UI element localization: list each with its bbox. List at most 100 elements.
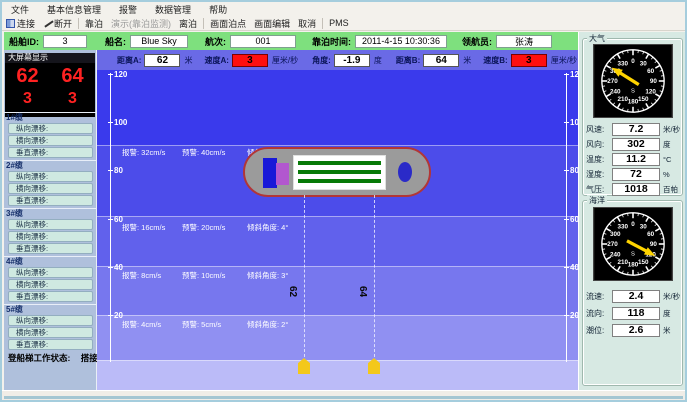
right-panel: 大气 0306090120150180210240270300330S 风速: …: [578, 32, 687, 390]
svg-text:S: S: [631, 89, 635, 95]
connect-button[interactable]: 连接: [2, 17, 39, 30]
svg-text:30: 30: [640, 61, 648, 68]
warning-threshold: 预警: 5cm/s: [182, 319, 221, 330]
svg-text:30: 30: [640, 224, 648, 231]
pms-button[interactable]: PMS: [325, 17, 353, 30]
cable-section-title: 3#缆: [4, 208, 97, 218]
berth-time-field[interactable]: 2011-4-15 10:30:36: [355, 35, 447, 48]
ocean-title: 海洋: [587, 195, 607, 206]
speed-a-field[interactable]: 3: [232, 54, 268, 67]
distance-a-label: 距离A:: [117, 55, 141, 66]
tide-level-value: 2.6: [612, 324, 660, 337]
svg-text:S: S: [631, 252, 635, 258]
distance-b-label: 距离B:: [396, 55, 420, 66]
current-speed-label: 流速:: [586, 291, 612, 302]
voyage-label: 航次:: [205, 35, 226, 48]
ladder-status-value: 搭接: [81, 353, 98, 363]
wind-speed-value: 7.2: [612, 123, 660, 136]
cable-section-title: 5#缆: [4, 304, 97, 314]
longitudinal-drift-row: 纵向漂移:: [8, 219, 93, 230]
menu-bar: 文件 基本信息管理 报警 数据管理 帮助: [2, 2, 685, 16]
status-bar-line: [4, 396, 683, 399]
pressure-row: 气压: 1018 百帕: [586, 182, 681, 196]
svg-text:150: 150: [638, 259, 649, 266]
unberth-button[interactable]: 离泊: [175, 17, 201, 30]
gridline: [97, 216, 578, 217]
humidity-unit: %: [663, 170, 670, 179]
svg-text:240: 240: [610, 251, 621, 258]
display-distance-a: 62: [16, 65, 38, 88]
y-tick-left: 60: [110, 215, 123, 224]
warning-threshold: 预警: 10cm/s: [182, 270, 225, 281]
wind-direction-label: 风向:: [586, 139, 612, 150]
gridline: [97, 360, 578, 361]
menu-item-help[interactable]: 帮助: [200, 3, 236, 16]
pressure-label: 气压:: [586, 184, 612, 195]
svg-text:300: 300: [610, 231, 621, 238]
lateral-drift-row: 横向漂移:: [8, 279, 93, 290]
current-direction-label: 流向:: [586, 308, 612, 319]
ocean-groupbox: 海洋 0306090120150180210240270300330S 流速: …: [582, 200, 683, 386]
ship-bow-ellipse: [398, 162, 412, 182]
cable-section-title: 1#缆: [4, 112, 97, 122]
humidity-row: 湿度: 72 %: [586, 167, 681, 181]
longitudinal-drift-row: 纵向漂移:: [8, 267, 93, 278]
wind-speed-label: 风速:: [586, 124, 612, 135]
wind-speed-unit: 米/秒: [663, 124, 680, 135]
speed-a-unit: 厘米/秒: [272, 55, 298, 66]
chart-band: [97, 70, 578, 145]
menu-item-file[interactable]: 文件: [2, 3, 38, 16]
berth-button[interactable]: 靠泊: [81, 17, 107, 30]
menu-item-basic-info[interactable]: 基本信息管理: [38, 3, 110, 16]
cancel-button[interactable]: 取消: [294, 17, 320, 30]
vertical-drift-row: 垂直漂移:: [8, 243, 93, 254]
berthing-chart: 120 100 80 60 40 20 120 100 80 60 40 20 …: [97, 70, 578, 390]
distance-b-field[interactable]: 64: [423, 54, 459, 67]
svg-text:0: 0: [631, 221, 635, 228]
chart-band: [97, 360, 578, 390]
svg-text:210: 210: [618, 96, 629, 103]
distance-a-field[interactable]: 62: [144, 54, 180, 67]
ship-name-label: 船名:: [105, 35, 126, 48]
display-speed-a: 3: [23, 90, 32, 108]
screen-edit-button[interactable]: 画面编辑: [250, 17, 294, 30]
menu-item-alarm[interactable]: 报警: [110, 3, 146, 16]
svg-text:180: 180: [628, 99, 639, 106]
angle-label: 角度:: [312, 55, 331, 66]
current-direction-value: 118: [612, 307, 660, 320]
display-distance-b: 64: [61, 65, 83, 88]
svg-text:120: 120: [645, 88, 656, 95]
speed-b-field[interactable]: 3: [511, 54, 547, 67]
berth-point-button[interactable]: 画面泊点: [206, 17, 250, 30]
y-tick-left: 40: [110, 263, 123, 272]
vertical-drift-row: 垂直漂移:: [8, 147, 93, 158]
ship-id-field[interactable]: 3: [43, 35, 87, 48]
temperature-unit: °C: [663, 155, 671, 164]
pilot-field[interactable]: 张涛: [496, 35, 552, 48]
current-speed-value: 2.4: [612, 290, 660, 303]
angle-field[interactable]: -1.9: [334, 54, 370, 67]
svg-text:270: 270: [607, 241, 618, 248]
big-display: 62 64 3 3: [5, 63, 95, 117]
lateral-drift-row: 横向漂移:: [8, 135, 93, 146]
ship-name-field[interactable]: Blue Sky: [130, 35, 188, 48]
toolbar-separator: [203, 18, 204, 29]
current-speed-row: 流速: 2.4 米/秒: [586, 289, 681, 303]
deck-stripe: [298, 179, 381, 183]
longitudinal-drift-row: 纵向漂移:: [8, 315, 93, 326]
toolbar-separator: [322, 18, 323, 29]
temperature-value: 11.2: [612, 153, 660, 166]
menu-item-data[interactable]: 数据管理: [146, 3, 200, 16]
tilt-threshold: 倾斜角度: 2°: [247, 319, 288, 330]
temperature-row: 温度: 11.2 °C: [586, 152, 681, 166]
disconnect-button[interactable]: 断开: [39, 17, 76, 30]
speed-a-label: 速度A:: [204, 55, 228, 66]
distance-line-a-label: 62: [287, 286, 298, 297]
y-tick-right: 100: [566, 118, 578, 127]
warning-threshold: 预警: 40cm/s: [182, 147, 225, 158]
demo-monitor-button[interactable]: 演示(靠泊监测): [107, 17, 175, 30]
voyage-field[interactable]: 001: [230, 35, 296, 48]
svg-text:90: 90: [650, 78, 658, 85]
svg-text:270: 270: [607, 78, 618, 85]
tilt-threshold: 倾斜角度: 3°: [247, 270, 288, 281]
